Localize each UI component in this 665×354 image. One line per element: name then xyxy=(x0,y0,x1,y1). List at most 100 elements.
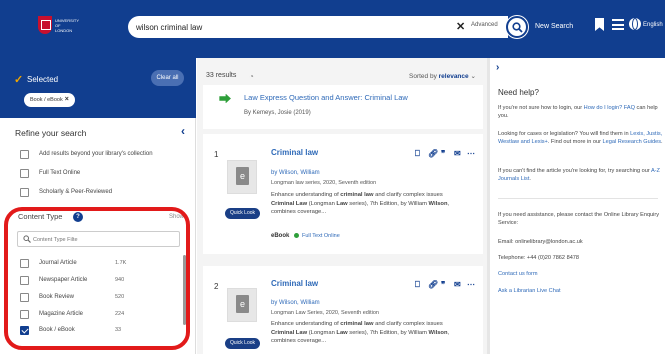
refine-title: Refine your search xyxy=(15,128,87,138)
help-text: . Find out more in our xyxy=(547,139,603,146)
checkbox[interactable] xyxy=(20,310,29,319)
option-label: Add results beyond your library's collec… xyxy=(39,151,153,157)
search-bar: ✕ Advanced xyxy=(128,16,508,38)
help-login-text: If you're not sure how to login, our How… xyxy=(498,104,665,121)
bookmark-icon[interactable]: ⎕ xyxy=(415,280,420,290)
crest-icon xyxy=(38,16,52,34)
search-icon xyxy=(512,22,523,33)
checkbox[interactable] xyxy=(20,276,29,285)
language-selector[interactable]: English xyxy=(643,22,663,28)
abstract-text: and clarify complex issues xyxy=(373,321,443,327)
collapse-sidebar-icon[interactable]: ‹ xyxy=(181,124,185,138)
checkbox[interactable] xyxy=(20,188,29,197)
content-type-label: Book Review xyxy=(39,294,75,300)
globe-icon[interactable] xyxy=(629,18,641,30)
checkbox[interactable] xyxy=(20,293,29,302)
result-card: 1 e Quick Look Criminal law by Wilson, W… xyxy=(203,134,483,254)
contact-form-link[interactable]: Contact us form xyxy=(498,271,537,277)
abstract-highlight: criminal law xyxy=(340,321,374,327)
legal-research-guides-link[interactable]: Legal Research Guides xyxy=(603,139,661,145)
content-type-filter xyxy=(17,231,180,247)
email-icon[interactable]: ✉ xyxy=(454,149,461,159)
result-title[interactable]: Criminal law xyxy=(271,279,318,288)
quick-look-button[interactable]: Quick Look xyxy=(225,338,261,349)
more-icon[interactable]: ⋯ xyxy=(467,280,475,290)
new-search-link[interactable]: New Search xyxy=(535,23,573,30)
email-icon[interactable]: ✉ xyxy=(454,280,461,290)
rss-icon[interactable]: ◔ xyxy=(249,72,254,81)
help-legal-text: Looking for cases or legislation? You wi… xyxy=(498,130,665,147)
result-title[interactable]: Criminal law xyxy=(271,148,318,157)
checkbox[interactable] xyxy=(20,150,29,159)
login-faq-link[interactable]: How do I login? FAQ xyxy=(584,105,635,111)
link-icon[interactable]: 🔗︎ xyxy=(428,280,438,290)
abstract-text: Enhance understanding of xyxy=(271,321,341,327)
content-type-filter-input[interactable] xyxy=(33,234,173,245)
selected-facet-chip[interactable]: Book / eBook × xyxy=(24,93,75,107)
refine-sidebar: ✓ Selected Clear all Book / eBook × Refin… xyxy=(0,58,196,354)
search-button[interactable] xyxy=(506,16,528,38)
university-logo[interactable]: UNIVERSITY OF LONDON xyxy=(38,14,79,40)
express-result-card: ⮕ Law Express Question and Answer: Crimi… xyxy=(203,85,483,129)
book-cover-icon[interactable]: e xyxy=(227,160,257,194)
clear-all-button[interactable]: Clear all xyxy=(151,70,184,86)
link-icon[interactable]: 🔗︎ xyxy=(428,149,438,159)
full-text-online-link[interactable]: Full Text Online xyxy=(294,233,340,239)
content-type-label: Newspaper Article xyxy=(39,277,88,283)
result-card: 2 e Quick Look Criminal law by Wilson, W… xyxy=(203,266,483,354)
result-series: Longman Law Series, 2020, Seventh editio… xyxy=(271,310,379,316)
remove-facet-icon[interactable]: × xyxy=(65,96,69,103)
sort-prefix: Sorted by xyxy=(409,73,437,80)
quote-icon[interactable]: ❞ xyxy=(441,149,445,159)
logo-text: UNIVERSITY OF LONDON xyxy=(55,18,79,33)
clear-search-icon[interactable]: ✕ xyxy=(456,19,465,35)
checkbox[interactable] xyxy=(20,259,29,268)
abstract-text: (Longman xyxy=(307,200,337,207)
collapse-help-icon[interactable]: › xyxy=(496,62,499,73)
abstract-highlight: Criminal Law xyxy=(271,200,308,207)
abstract-highlight: Criminal Law xyxy=(271,329,308,336)
help-text: . xyxy=(529,176,531,183)
help-text: If you're not sure how to login, our xyxy=(498,105,584,111)
help-text: . xyxy=(661,139,663,146)
sort-selector[interactable]: Sorted by relevance ⌄ xyxy=(409,72,476,80)
result-author[interactable]: by Wilson, William xyxy=(271,170,320,176)
quick-look-button[interactable]: Quick Look xyxy=(225,208,261,219)
facet-scrollbar[interactable] xyxy=(183,255,186,325)
check-icon: ✓ xyxy=(14,74,24,86)
checkbox[interactable] xyxy=(20,169,29,178)
show-more-link[interactable]: Show xyxy=(169,214,184,220)
live-chat-link[interactable]: Ask a Librarian Live Chat xyxy=(498,288,561,294)
search-input[interactable] xyxy=(136,19,456,35)
info-icon[interactable]: ? xyxy=(73,212,83,222)
express-arrow-icon: ⮕ xyxy=(219,92,232,106)
sort-value: relevance xyxy=(438,73,469,80)
saved-items-icon[interactable] xyxy=(595,18,604,31)
abstract-text: series), 7th Edition, by William xyxy=(347,329,429,336)
abstract-highlight: Law xyxy=(336,329,348,336)
result-author[interactable]: by Wilson, William xyxy=(271,300,320,306)
content-type-count: 520 xyxy=(115,294,125,300)
abstract-text: and clarify complex issues xyxy=(373,192,443,198)
book-cover-icon[interactable]: e xyxy=(227,288,257,322)
help-phone: Telephone: +44 (0)20 7862 8478 xyxy=(498,255,580,261)
quote-icon[interactable]: ❞ xyxy=(441,280,445,290)
help-title: Need help? xyxy=(498,88,539,97)
top-header: UNIVERSITY OF LONDON ✕ Advanced New Sear… xyxy=(0,0,665,58)
more-icon[interactable]: ⋯ xyxy=(467,149,475,159)
checkbox-checked[interactable] xyxy=(20,326,29,335)
result-format: eBook xyxy=(271,233,290,239)
abstract-highlight: criminal law xyxy=(340,192,374,198)
express-title[interactable]: Law Express Question and Answer: Crimina… xyxy=(244,93,408,102)
content-type-count: 1.7K xyxy=(115,260,127,266)
menu-icon[interactable] xyxy=(612,19,624,30)
bookmark-icon[interactable]: ⎕ xyxy=(415,149,420,159)
facet-chip-label: Book / eBook xyxy=(30,97,63,103)
result-series: Longman law series, 2020, Seventh editio… xyxy=(271,180,377,186)
abstract-text: series), 7th Edition, by William xyxy=(347,200,429,207)
help-journals-text: If you can't find the article you're loo… xyxy=(498,167,665,184)
result-number: 1 xyxy=(214,150,219,159)
selected-label: Selected xyxy=(27,75,59,84)
help-text: If you can't find the article you're loo… xyxy=(498,168,651,174)
advanced-search-link[interactable]: Advanced xyxy=(471,22,498,28)
